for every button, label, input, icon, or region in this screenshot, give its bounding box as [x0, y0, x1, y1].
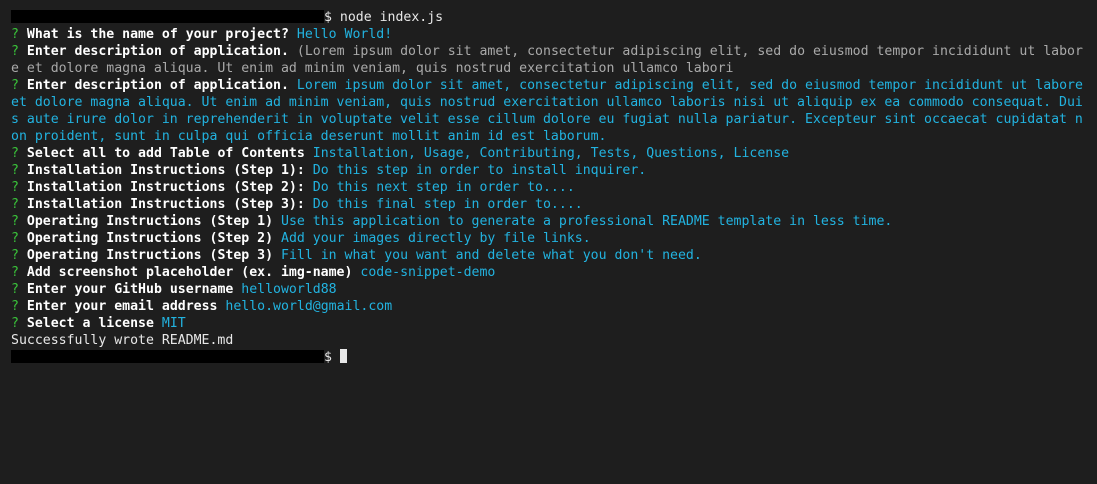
command-text: $ node index.js	[324, 10, 444, 25]
question-mark-icon: ?	[11, 27, 19, 42]
prompt-question: Enter description of application.	[26, 78, 289, 93]
question-mark-icon: ?	[11, 248, 19, 263]
question-mark-icon: ?	[11, 197, 19, 212]
prompt-line: ? Installation Instructions (Step 3): Do…	[11, 196, 1086, 213]
prompt-question: What is the name of your project?	[26, 27, 289, 42]
prompt-question: Operating Instructions (Step 2)	[26, 231, 274, 246]
question-mark-icon: ?	[11, 146, 19, 161]
prompt-question: Enter your email address	[26, 299, 218, 314]
question-mark-icon: ?	[11, 231, 19, 246]
command-line: $ node index.js	[11, 9, 1086, 26]
prompt-line: ? Installation Instructions (Step 1): Do…	[11, 162, 1086, 179]
prompt-line: ? Enter description of application. Lore…	[11, 77, 1086, 145]
terminal-window[interactable]: $ node index.js ? What is the name of yo…	[0, 0, 1097, 484]
prompt-answer: helloworld88	[241, 282, 337, 297]
question-mark-icon: ?	[11, 180, 19, 195]
prompt-answer: code-snippet-demo	[360, 265, 496, 280]
question-mark-icon: ?	[11, 163, 19, 178]
prompt-answer: Do this step in order to install inquire…	[312, 163, 647, 178]
prompt-line: ? Enter your GitHub username helloworld8…	[11, 281, 1086, 298]
prompt-line: ? Enter description of application. (Lor…	[11, 43, 1086, 77]
shell-input-line[interactable]: $	[11, 349, 1086, 366]
prompt-answer: Use this application to generate a profe…	[281, 214, 893, 229]
prompt-line: ? Operating Instructions (Step 2) Add yo…	[11, 230, 1086, 247]
prompt-question: Select a license	[26, 316, 154, 331]
prompt-line: ? Operating Instructions (Step 1) Use th…	[11, 213, 1086, 230]
prompt-answer: Add your images directly by file links.	[281, 231, 591, 246]
question-mark-icon: ?	[11, 265, 19, 280]
prompt-line: ? Select a license MIT	[11, 315, 1086, 332]
question-mark-icon: ?	[11, 316, 19, 331]
prompt-answer: Hello World!	[296, 27, 393, 42]
prompt-question: Add screenshot placeholder (ex. img-name…	[26, 265, 353, 280]
prompt-question: Enter description of application.	[26, 44, 289, 59]
prompt-question: Installation Instructions (Step 2):	[26, 180, 305, 195]
prompt-line: ? Select all to add Table of Contents In…	[11, 145, 1086, 162]
prompt-answer: hello.world@gmail.com	[225, 299, 393, 314]
prompt-line: ? Operating Instructions (Step 3) Fill i…	[11, 247, 1086, 264]
redacted-prompt-path	[11, 10, 324, 23]
text-cursor	[339, 349, 347, 363]
prompt-question: Installation Instructions (Step 3):	[26, 197, 305, 212]
question-mark-icon: ?	[11, 299, 19, 314]
prompt-answer: Do this final step in order to....	[312, 197, 583, 212]
prompt-line: ? Installation Instructions (Step 2): Do…	[11, 179, 1086, 196]
prompt-answer: Fill in what you want and delete what yo…	[281, 248, 702, 263]
prompt-line: ? Add screenshot placeholder (ex. img-na…	[11, 264, 1086, 281]
redacted-prompt-path	[11, 350, 324, 363]
prompt-answer: Do this next step in order to....	[312, 180, 575, 195]
prompt-line: ? What is the name of your project? Hell…	[11, 26, 1086, 43]
prompt-question: Select all to add Table of Contents	[26, 146, 305, 161]
question-mark-icon: ?	[11, 78, 19, 93]
prompt-question: Operating Instructions (Step 1)	[26, 214, 274, 229]
prompt-answer: MIT	[161, 316, 186, 331]
prompt-question: Operating Instructions (Step 3)	[26, 248, 274, 263]
question-mark-icon: ?	[11, 214, 19, 229]
prompt-question: Enter your GitHub username	[26, 282, 234, 297]
final-prompt: $	[324, 350, 332, 365]
success-message: Successfully wrote README.md	[11, 333, 234, 348]
question-mark-icon: ?	[11, 44, 19, 59]
prompt-question: Installation Instructions (Step 1):	[26, 163, 305, 178]
prompt-line: ? Enter your email address hello.world@g…	[11, 298, 1086, 315]
question-mark-icon: ?	[11, 282, 19, 297]
prompt-answer: Installation, Usage, Contributing, Tests…	[312, 146, 790, 161]
prompt-list: ? What is the name of your project? Hell…	[11, 26, 1097, 332]
